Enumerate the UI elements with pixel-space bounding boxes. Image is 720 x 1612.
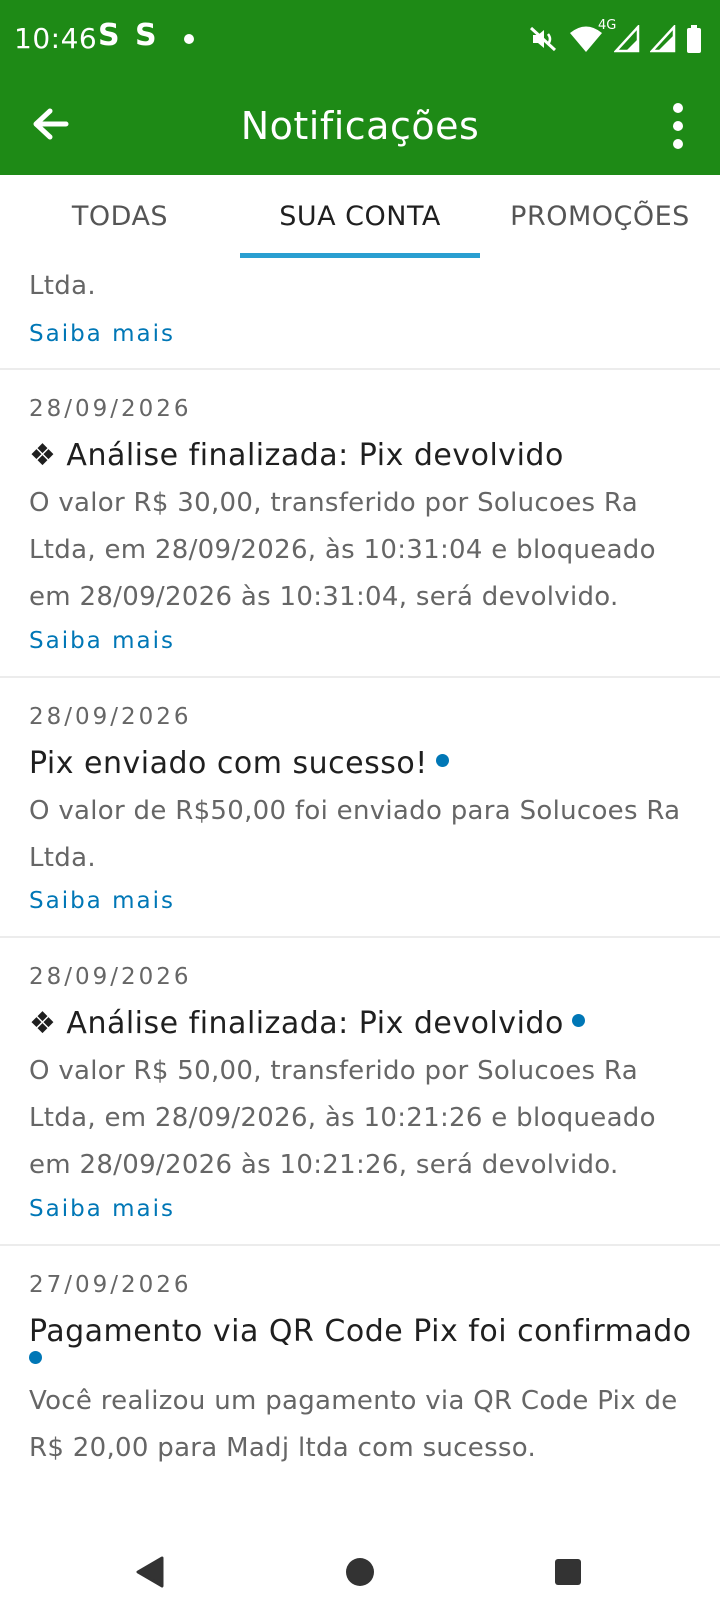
notification-date: 28/09/2026 — [29, 704, 192, 730]
tab-indicator — [240, 253, 480, 258]
tab-sua-conta[interactable]: SUA CONTA — [240, 175, 480, 259]
saiba-mais-link[interactable]: Saiba mais — [29, 321, 175, 347]
system-nav-bar — [0, 1532, 720, 1612]
list-item[interactable]: 28/09/2026 ❖ Análise finalizada: Pix dev… — [0, 370, 720, 678]
notification-title: Pix enviado com sucesso! — [29, 746, 449, 781]
notification-list[interactable]: Ltda. Saiba mais 28/09/2026 ❖ Análise fi… — [0, 259, 720, 1532]
signal-icon — [650, 25, 676, 53]
tab-todas[interactable]: TODAS — [0, 175, 240, 259]
list-item[interactable]: 28/09/2026 ❖ Análise finalizada: Pix dev… — [0, 938, 720, 1246]
list-item[interactable]: Ltda. Saiba mais — [0, 259, 720, 370]
notification-title: ❖ Análise finalizada: Pix devolvido — [29, 1006, 585, 1041]
notification-title-text: Pix enviado com sucesso! — [29, 746, 428, 781]
notification-body: Ltda. — [29, 271, 96, 301]
notification-title-text: ❖ Análise finalizada: Pix devolvido — [29, 1006, 564, 1041]
notification-title-text: Pagamento via QR Code Pix foi confirmado — [29, 1314, 692, 1349]
app-notification-icon: S — [98, 18, 120, 53]
notification-title: ❖ Análise finalizada: Pix devolvido — [29, 438, 564, 473]
saiba-mais-link[interactable]: Saiba mais — [29, 888, 175, 914]
network-label: 4G — [598, 18, 617, 33]
signal-icon — [614, 25, 640, 53]
saiba-mais-link[interactable]: Saiba mais — [29, 1196, 175, 1222]
app-bar: Notificações — [0, 78, 720, 175]
more-notifications-dot-icon — [184, 34, 194, 44]
home-circle-icon[interactable] — [330, 1542, 390, 1602]
page-title: Notificações — [240, 104, 480, 148]
notification-body: O valor R$ 50,00, transferido por Soluco… — [29, 1056, 656, 1180]
mute-icon — [528, 24, 558, 54]
tab-promocoes[interactable]: PROMOÇÕES — [480, 175, 720, 259]
unread-dot-icon — [29, 1351, 42, 1364]
unread-dot-icon — [571, 1014, 585, 1027]
notification-body: Você realizou um pagamento via QR Code P… — [29, 1386, 678, 1463]
status-bar: 10:46 S S 4G — [0, 0, 720, 78]
more-vert-icon[interactable] — [662, 100, 694, 152]
unread-dot-icon — [435, 754, 449, 767]
notification-date: 28/09/2026 — [29, 964, 192, 990]
notification-date: 27/09/2026 — [29, 1272, 192, 1298]
battery-icon — [686, 24, 702, 54]
wifi-icon: 4G — [568, 18, 616, 54]
clock: 10:46 — [14, 22, 98, 55]
tab-bar: TODAS SUA CONTA PROMOÇÕES — [0, 175, 720, 259]
saiba-mais-link[interactable]: Saiba mais — [29, 628, 175, 654]
recents-square-icon[interactable] — [538, 1542, 598, 1602]
back-triangle-icon[interactable] — [122, 1542, 182, 1602]
notification-date: 28/09/2026 — [29, 396, 192, 422]
notification-body: O valor de R$50,00 foi enviado para Solu… — [29, 796, 681, 873]
list-item[interactable]: 28/09/2026 Pix enviado com sucesso! O va… — [0, 678, 720, 938]
app-notification-icon: S — [135, 18, 157, 53]
list-item[interactable]: 27/09/2026 Pagamento via QR Code Pix foi… — [0, 1246, 720, 1532]
notification-title: Pagamento via QR Code Pix foi confirmado — [29, 1314, 692, 1349]
notification-body: O valor R$ 30,00, transferido por Soluco… — [29, 488, 656, 612]
notification-title-text: ❖ Análise finalizada: Pix devolvido — [29, 438, 564, 473]
